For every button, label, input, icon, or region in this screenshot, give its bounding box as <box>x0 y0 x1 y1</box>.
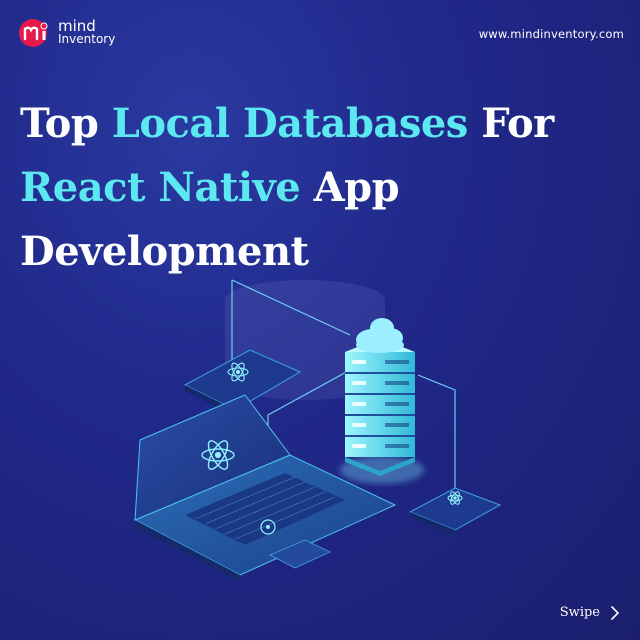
headline-highlight: React Native <box>20 164 301 211</box>
swipe-label: Swipe <box>559 605 600 620</box>
headline-line2: React Native App <box>20 164 400 211</box>
headline-text: For <box>467 100 554 147</box>
headline-highlight: Local Databases <box>111 100 469 147</box>
slide-canvas: mind Inventory www.mindinventory.com Top… <box>0 0 640 640</box>
headline-text: Top <box>20 100 112 147</box>
swipe-control[interactable]: Swipe <box>560 605 620 620</box>
headline-text: App <box>300 164 400 211</box>
headline-line1: Top Local Databases For <box>20 100 554 147</box>
brand-wordmark: mind Inventory <box>58 19 116 46</box>
database-illustration <box>133 279 502 582</box>
website-link[interactable]: www.mindinventory.com <box>479 27 624 41</box>
mindinventory-logo-icon <box>19 19 48 47</box>
brand-name-line2: Inventory <box>58 32 116 46</box>
page-title: Top Local Databases For React Native App… <box>20 92 554 284</box>
chevron-right-icon <box>611 605 620 620</box>
brand-logo[interactable]: mind Inventory <box>18 18 115 48</box>
phone-device <box>408 487 502 536</box>
